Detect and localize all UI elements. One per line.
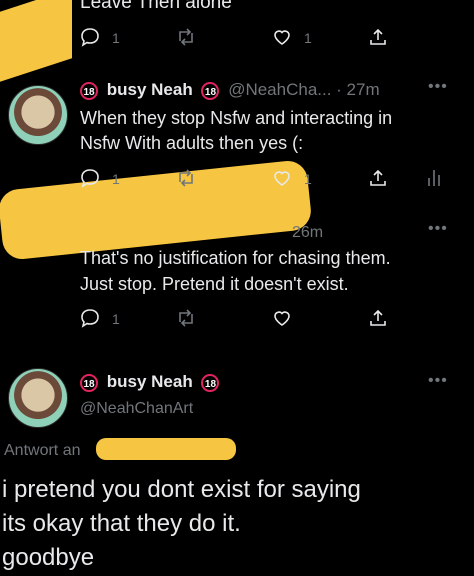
age-restriction-badge-icon: 18 <box>80 373 98 392</box>
tweet-text-line: its okay that they do it. <box>2 510 241 537</box>
like-icon[interactable] <box>272 168 292 188</box>
retweet-icon[interactable] <box>176 168 196 188</box>
tweet-text-line: Nsfw With adults then yes (: <box>80 133 304 153</box>
age-restriction-badge-icon: 18 <box>201 81 220 100</box>
tweet-time[interactable]: 26m <box>292 224 323 242</box>
reply-icon[interactable] <box>80 308 100 328</box>
tweet-header: 18 busy Neah 18 @NeahCha... · 27m <box>80 80 380 100</box>
like-count: 1 <box>304 30 312 46</box>
share-icon[interactable] <box>368 27 388 47</box>
like-icon[interactable] <box>272 308 292 328</box>
avatar[interactable] <box>8 85 68 145</box>
retweet-icon[interactable] <box>176 308 196 328</box>
tweet-neah-reply[interactable]: 18 busy Neah 18 @NeahCha... · 27m ••• Wh… <box>80 78 470 198</box>
tweet-header: 18 busy Neah 18 <box>80 372 220 392</box>
tweet-text-line: Just stop. Pretend it doesn't exist. <box>80 274 349 294</box>
tweet-top[interactable]: Leave Then alone 1 1 <box>0 0 474 60</box>
tweet-text-line: goodbye <box>2 544 95 571</box>
like-count: 1 <box>304 171 312 187</box>
more-options-icon[interactable]: ••• <box>428 78 448 96</box>
more-options-icon[interactable]: ••• <box>428 220 448 238</box>
display-name[interactable]: busy Neah <box>107 372 193 391</box>
handle[interactable]: @NeahChanArt <box>80 400 193 418</box>
tweet-text: Leave Then alone <box>80 0 232 13</box>
share-icon[interactable] <box>368 168 388 188</box>
reply-count: 1 <box>112 171 120 187</box>
more-options-icon[interactable]: ••• <box>428 372 448 390</box>
reply-to-label: Antwort an <box>4 442 81 459</box>
tweet-other-reply[interactable]: 26m ••• That's no justification for chas… <box>0 220 474 340</box>
reply-icon[interactable] <box>80 27 100 47</box>
tweet-text-line: i pretend you dont exist for saying <box>2 476 361 503</box>
retweet-icon[interactable] <box>176 27 196 47</box>
analytics-icon[interactable] <box>424 168 444 188</box>
age-restriction-badge-icon: 18 <box>80 81 98 100</box>
tweet-main[interactable]: 18 busy Neah 18 @NeahChanArt ••• Antwort… <box>0 360 474 576</box>
tweet-text-line: That's no justification for chasing them… <box>80 248 391 268</box>
like-icon[interactable] <box>272 27 292 47</box>
reply-count: 1 <box>112 30 120 46</box>
display-name[interactable]: busy Neah <box>107 80 193 99</box>
handle-and-time[interactable]: @NeahCha... · 27m <box>228 80 379 99</box>
age-restriction-badge-icon: 18 <box>201 373 220 392</box>
tweet-text-line: When they stop Nsfw and interacting in <box>80 108 393 128</box>
reply-count: 1 <box>112 311 120 327</box>
share-icon[interactable] <box>368 308 388 328</box>
reply-icon[interactable] <box>80 168 100 188</box>
